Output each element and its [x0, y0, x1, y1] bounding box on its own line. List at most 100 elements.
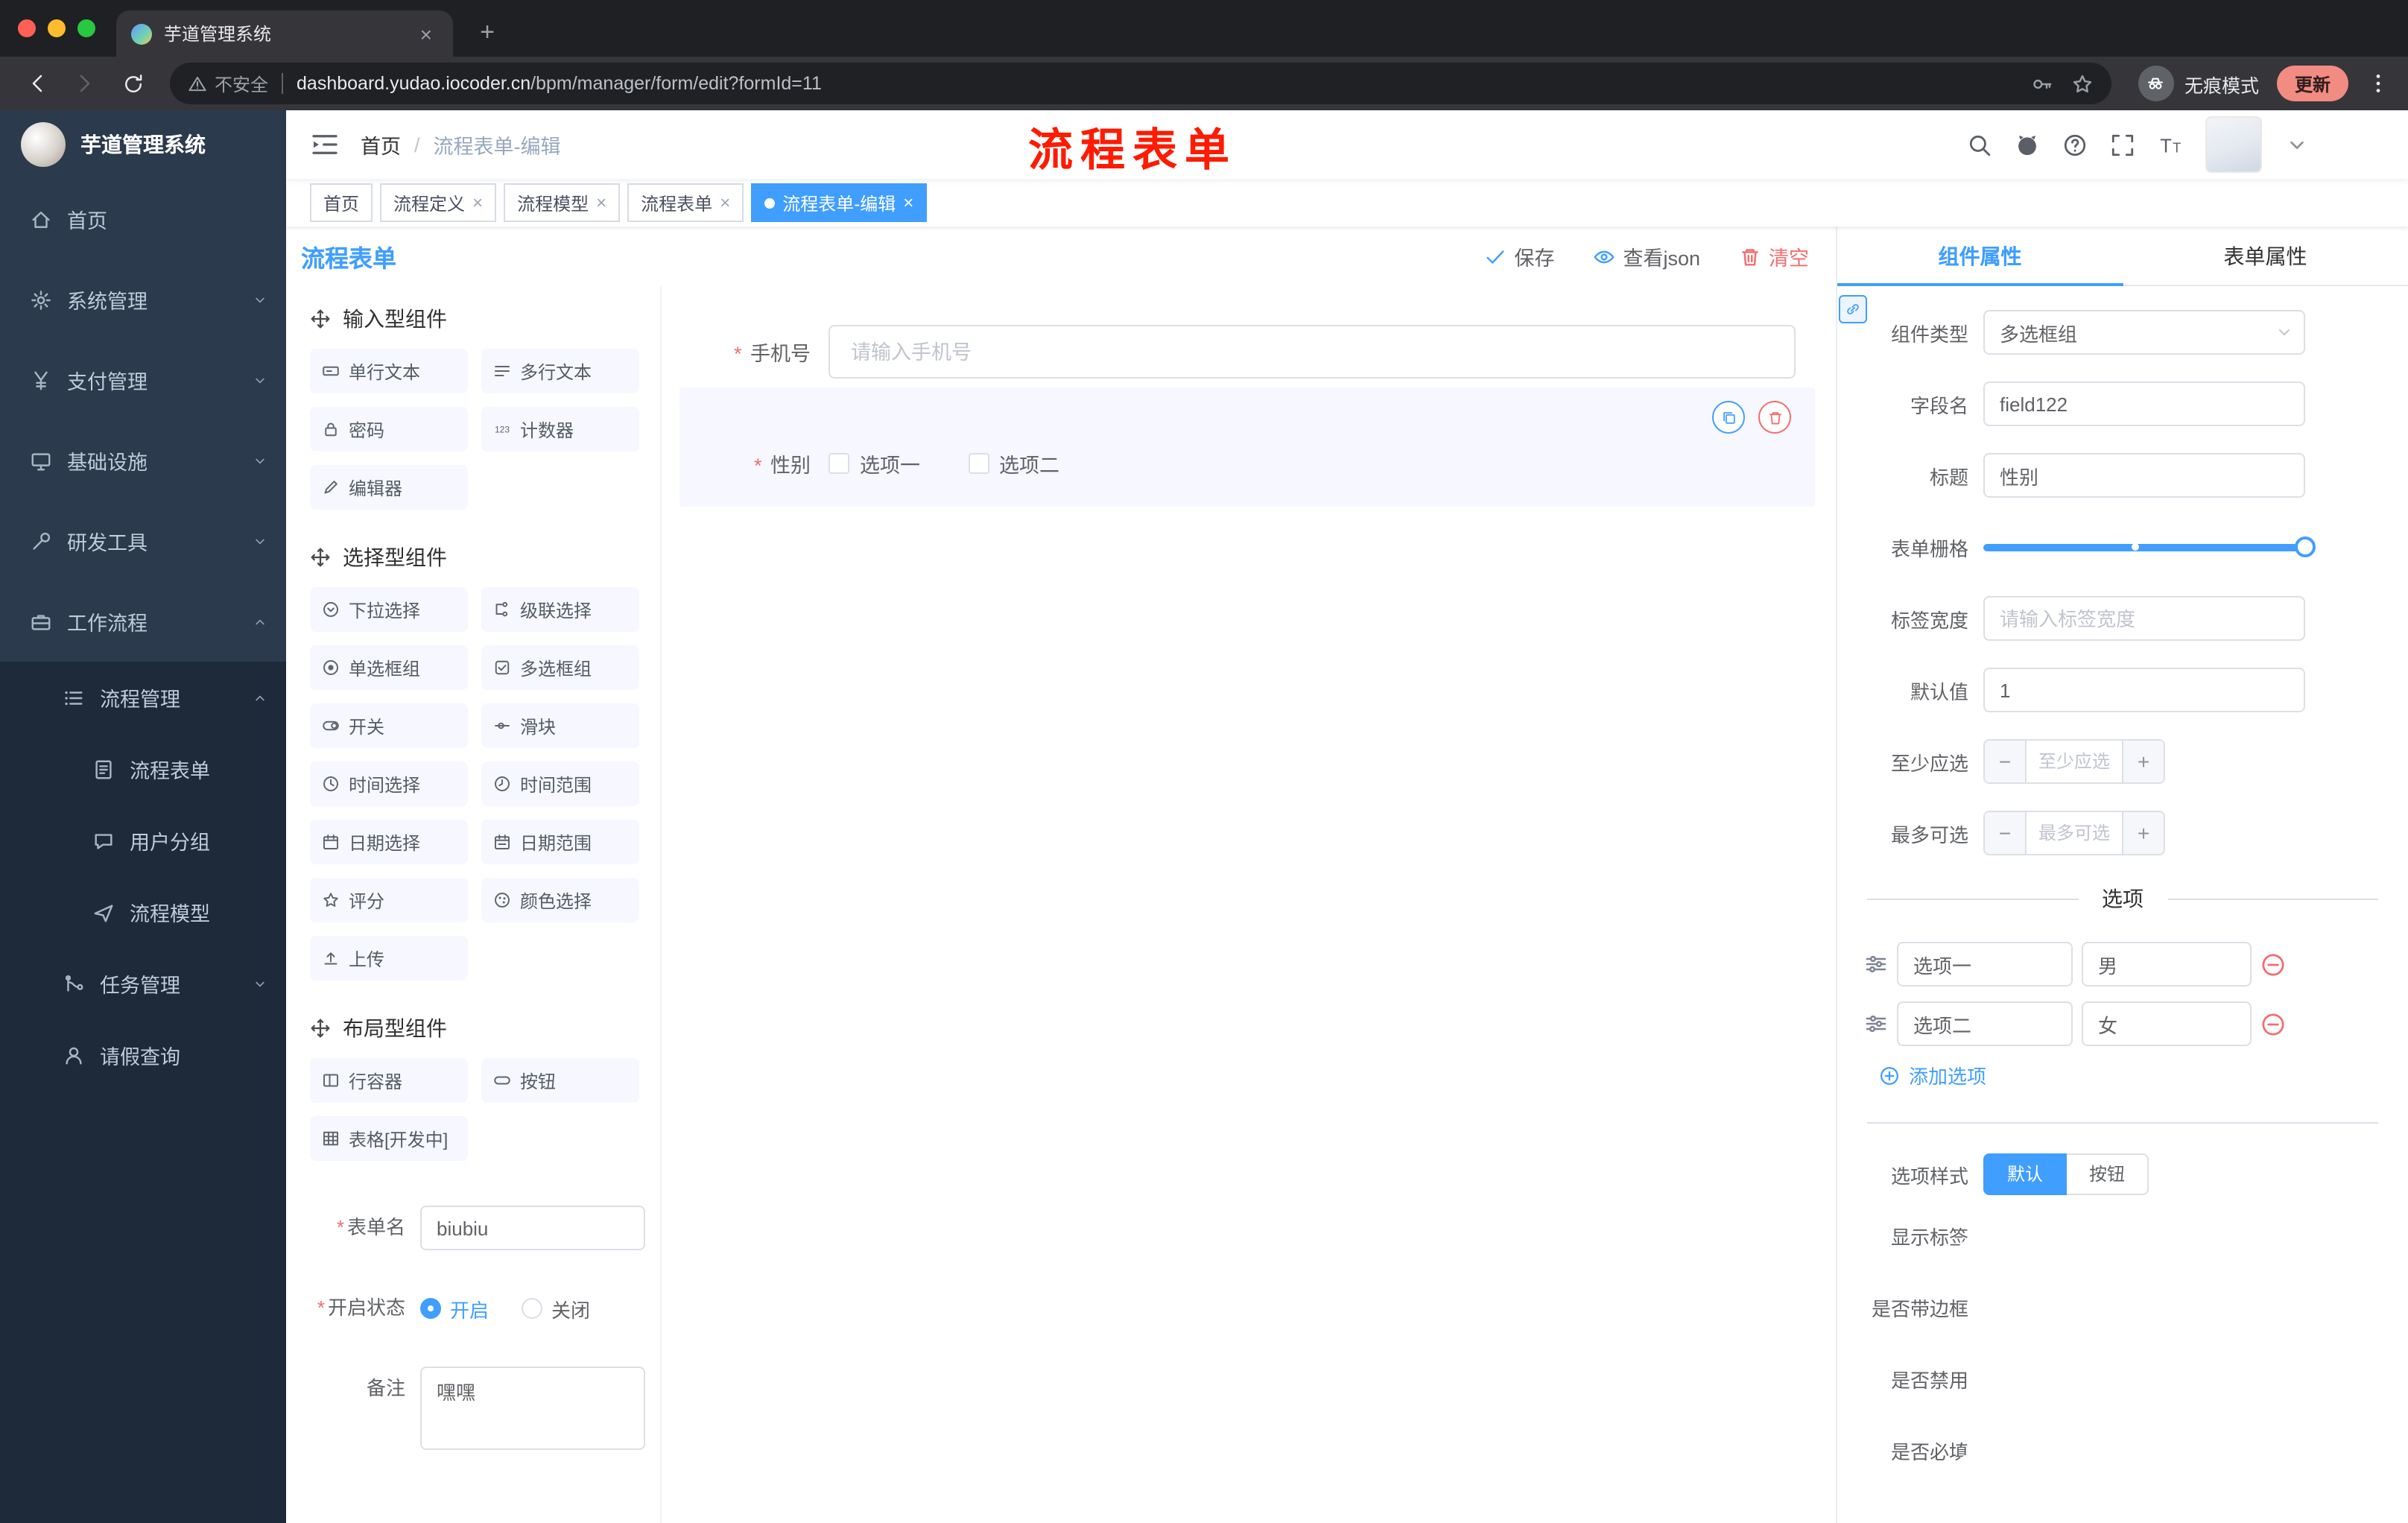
palette-item-time-range[interactable]: 时间范围 [481, 762, 639, 806]
gender-option-1[interactable]: 选项一 [828, 449, 920, 478]
close-icon[interactable]: × [472, 194, 483, 212]
drag-sort-icon[interactable] [1864, 952, 1888, 976]
palette-item-date-picker[interactable]: 日期选择 [310, 820, 468, 864]
option-label-input[interactable] [1897, 1001, 2073, 1046]
sidebar-item-process-form[interactable]: 流程表单 [0, 733, 286, 805]
grid-slider[interactable] [1983, 525, 2316, 569]
palette-item-cascader[interactable]: 级联选择 [481, 587, 639, 632]
palette-item-radio-group[interactable]: 单选框组 [310, 645, 468, 690]
help-icon[interactable] [2062, 132, 2088, 157]
tab-form-props[interactable]: 表单属性 [2123, 227, 2408, 285]
copy-component-button[interactable] [1712, 401, 1745, 434]
palette-item-rate[interactable]: 评分 [310, 878, 468, 922]
clear-button[interactable]: 清空 [1739, 241, 1809, 271]
save-button[interactable]: 保存 [1484, 241, 1554, 271]
back-button[interactable] [18, 64, 57, 103]
delete-component-button[interactable] [1758, 401, 1791, 434]
remove-option-icon[interactable] [2260, 1011, 2286, 1036]
default-value-input[interactable] [1983, 668, 2305, 712]
palette-item-textarea[interactable]: 多行文本 [481, 349, 639, 393]
canvas-field-gender-selected[interactable]: * 性别 选项一 选项二 [679, 387, 1815, 507]
phone-input[interactable] [828, 325, 1796, 379]
close-window-button[interactable] [18, 19, 36, 37]
sidebar-item-infra[interactable]: 基础设施 [0, 420, 286, 501]
option-label-input[interactable] [1897, 942, 2073, 987]
sidebar-fold-icon[interactable] [310, 130, 340, 159]
palette-item-counter[interactable]: 123 计数器 [481, 407, 639, 452]
status-radio-off[interactable]: 关闭 [522, 1294, 590, 1323]
component-type-select[interactable]: 多选框组 [1983, 310, 2305, 355]
tag-home[interactable]: 首页 [310, 183, 373, 222]
palette-item-single-text[interactable]: 单行文本 [310, 349, 468, 393]
stepper-plus-button[interactable]: + [2122, 741, 2164, 782]
min-select-input[interactable] [2027, 741, 2122, 782]
close-icon[interactable]: × [596, 194, 606, 212]
palette-item-table[interactable]: 表格[开发中] [310, 1116, 468, 1161]
github-icon[interactable] [2015, 132, 2040, 157]
palette-item-editor[interactable]: 编辑器 [310, 465, 468, 510]
palette-item-time-picker[interactable]: 时间选择 [310, 762, 468, 806]
palette-item-upload[interactable]: 上传 [310, 936, 468, 981]
drag-sort-icon[interactable] [1864, 1012, 1888, 1036]
sidebar-item-system[interactable]: 系统管理 [0, 259, 286, 340]
sidebar-item-leave-query[interactable]: 请假查询 [0, 1019, 286, 1091]
tag-process-form[interactable]: 流程表单 × [627, 183, 744, 222]
canvas-field-phone[interactable]: * 手机号 [679, 325, 1796, 379]
tag-process-form-edit[interactable]: 流程表单-编辑 × [751, 183, 928, 222]
max-select-input[interactable] [2027, 812, 2122, 854]
passwords-key-icon[interactable] [2031, 72, 2053, 95]
title-input[interactable] [1983, 453, 2305, 498]
browser-menu-button[interactable] [2366, 70, 2390, 97]
style-default-button[interactable]: 默认 [1983, 1153, 2068, 1195]
form-name-input[interactable] [420, 1206, 645, 1250]
font-size-icon[interactable]: TT [2158, 132, 2183, 157]
stepper-plus-button[interactable]: + [2122, 812, 2164, 854]
option-value-input[interactable] [2082, 942, 2252, 987]
palette-item-date-range[interactable]: 日期范围 [481, 820, 639, 864]
reload-button[interactable] [113, 64, 152, 103]
sidebar-item-process-mgmt[interactable]: 流程管理 [0, 662, 286, 733]
gender-option-2[interactable]: 选项二 [968, 449, 1059, 478]
sidebar-item-process-model[interactable]: 流程模型 [0, 876, 286, 948]
field-name-input[interactable] [1983, 381, 2305, 426]
palette-item-button[interactable]: 按钮 [481, 1058, 639, 1103]
label-width-input[interactable] [1983, 596, 2305, 641]
status-radio-on[interactable]: 开启 [420, 1294, 489, 1323]
tag-process-model[interactable]: 流程模型 × [504, 183, 621, 222]
close-icon[interactable]: × [903, 194, 913, 212]
sidebar-item-workflow[interactable]: 工作流程 [0, 581, 286, 662]
sidebar-logo[interactable]: 芋道管理系统 [0, 110, 286, 179]
sidebar-item-home[interactable]: 首页 [0, 179, 286, 259]
forward-button[interactable] [66, 64, 104, 103]
close-icon[interactable]: × [720, 194, 730, 212]
stepper-minus-button[interactable]: − [1985, 741, 2027, 782]
fullscreen-icon[interactable] [2110, 132, 2135, 157]
new-tab-button[interactable]: + [468, 13, 507, 52]
palette-item-select[interactable]: 下拉选择 [310, 587, 468, 632]
view-json-button[interactable]: 查看json [1593, 241, 1700, 271]
remove-option-icon[interactable] [2260, 952, 2286, 977]
link-icon[interactable] [1839, 295, 1867, 323]
tab-close-icon[interactable]: × [414, 20, 438, 47]
palette-item-password[interactable]: 密码 [310, 407, 468, 452]
palette-item-slider[interactable]: 滑块 [481, 703, 639, 748]
tab-component-props[interactable]: 组件属性 [1837, 227, 2123, 285]
slider-handle[interactable] [2295, 536, 2316, 557]
style-button-button[interactable]: 按钮 [2067, 1153, 2149, 1195]
palette-item-color-picker[interactable]: 颜色选择 [481, 878, 639, 922]
sidebar-item-devtools[interactable]: 研发工具 [0, 501, 286, 581]
sidebar-item-task-mgmt[interactable]: 任务管理 [0, 948, 286, 1019]
palette-item-switch[interactable]: 开关 [310, 703, 468, 748]
minimize-window-button[interactable] [48, 19, 66, 37]
stepper-minus-button[interactable]: − [1985, 812, 2027, 854]
address-bar[interactable]: 不安全 dashboard.yudao.iocoder.cn /bpm/mana… [170, 63, 2111, 104]
search-icon[interactable] [1967, 132, 1992, 157]
update-chrome-button[interactable]: 更新 [2276, 66, 2348, 101]
palette-item-row-container[interactable]: 行容器 [310, 1058, 468, 1103]
user-avatar[interactable] [2205, 116, 2262, 173]
tag-process-definition[interactable]: 流程定义 × [380, 183, 497, 222]
bookmark-star-icon[interactable] [2071, 72, 2094, 95]
sidebar-item-user-group[interactable]: 用户分组 [0, 805, 286, 876]
zoom-window-button[interactable] [77, 19, 95, 37]
breadcrumb-home[interactable]: 首页 [361, 130, 401, 159]
